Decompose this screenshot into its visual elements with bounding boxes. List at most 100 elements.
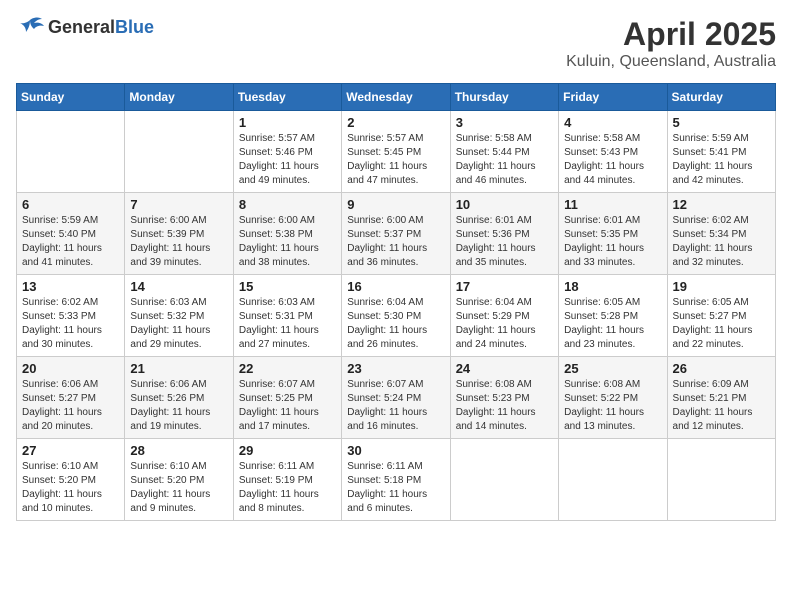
- calendar-cell: 16 Sunrise: 6:04 AM Sunset: 5:30 PM Dayli…: [342, 275, 450, 357]
- day-number: 24: [456, 361, 553, 376]
- day-number: 1: [239, 115, 336, 130]
- day-number: 23: [347, 361, 444, 376]
- day-number: 17: [456, 279, 553, 294]
- calendar-cell: [559, 439, 667, 521]
- day-info: Sunrise: 6:08 AM Sunset: 5:22 PM Dayligh…: [564, 378, 661, 434]
- day-header-friday: Friday: [559, 84, 667, 111]
- day-header-saturday: Saturday: [667, 84, 775, 111]
- day-info: Sunrise: 6:02 AM Sunset: 5:34 PM Dayligh…: [673, 214, 770, 270]
- day-info: Sunrise: 6:05 AM Sunset: 5:27 PM Dayligh…: [673, 296, 770, 352]
- calendar-cell: 2Sunrise: 5:57 AM Sunset: 5:45 PM Daylig…: [342, 111, 450, 193]
- day-info: Sunrise: 6:00 AM Sunset: 5:37 PM Dayligh…: [347, 214, 444, 270]
- day-info: Sunrise: 6:09 AM Sunset: 5:21 PM Dayligh…: [673, 378, 770, 434]
- day-number: 20: [22, 361, 119, 376]
- logo-text: GeneralBlue: [48, 17, 154, 38]
- day-info: Sunrise: 6:04 AM Sunset: 5:29 PM Dayligh…: [456, 296, 553, 352]
- calendar-table: SundayMondayTuesdayWednesdayThursdayFrid…: [16, 83, 776, 521]
- day-number: 16: [347, 279, 444, 294]
- logo: GeneralBlue: [16, 16, 154, 38]
- day-number: 12: [673, 197, 770, 212]
- day-number: 8: [239, 197, 336, 212]
- day-info: Sunrise: 6:01 AM Sunset: 5:35 PM Dayligh…: [564, 214, 661, 270]
- day-number: 26: [673, 361, 770, 376]
- day-header-sunday: Sunday: [17, 84, 125, 111]
- day-info: Sunrise: 6:07 AM Sunset: 5:25 PM Dayligh…: [239, 378, 336, 434]
- day-info: Sunrise: 6:05 AM Sunset: 5:28 PM Dayligh…: [564, 296, 661, 352]
- day-header-wednesday: Wednesday: [342, 84, 450, 111]
- day-number: 2: [347, 115, 444, 130]
- day-info: Sunrise: 6:10 AM Sunset: 5:20 PM Dayligh…: [22, 460, 119, 516]
- day-number: 27: [22, 443, 119, 458]
- title-area: April 2025 Kuluin, Queensland, Australia: [566, 16, 776, 71]
- calendar-cell: 21 Sunrise: 6:06 AM Sunset: 5:26 PM Dayli…: [125, 357, 233, 439]
- day-info: Sunrise: 6:07 AM Sunset: 5:24 PM Dayligh…: [347, 378, 444, 434]
- calendar-cell: 15 Sunrise: 6:03 AM Sunset: 5:31 PM Dayli…: [233, 275, 341, 357]
- calendar-cell: 20Sunrise: 6:06 AM Sunset: 5:27 PM Dayli…: [17, 357, 125, 439]
- day-number: 18: [564, 279, 661, 294]
- day-info: Sunrise: 6:11 AM Sunset: 5:18 PM Dayligh…: [347, 460, 444, 516]
- day-info: Sunrise: 5:57 AM Sunset: 5:46 PM Dayligh…: [239, 132, 336, 188]
- calendar-header-row: SundayMondayTuesdayWednesdayThursdayFrid…: [17, 84, 776, 111]
- day-info: Sunrise: 5:59 AM Sunset: 5:41 PM Dayligh…: [673, 132, 770, 188]
- day-info: Sunrise: 6:03 AM Sunset: 5:31 PM Dayligh…: [239, 296, 336, 352]
- calendar-cell: 30 Sunrise: 6:11 AM Sunset: 5:18 PM Dayli…: [342, 439, 450, 521]
- day-info: Sunrise: 5:59 AM Sunset: 5:40 PM Dayligh…: [22, 214, 119, 270]
- calendar-cell: 22 Sunrise: 6:07 AM Sunset: 5:25 PM Dayli…: [233, 357, 341, 439]
- day-number: 10: [456, 197, 553, 212]
- day-info: Sunrise: 6:04 AM Sunset: 5:30 PM Dayligh…: [347, 296, 444, 352]
- day-number: 25: [564, 361, 661, 376]
- day-number: 9: [347, 197, 444, 212]
- logo-bird-icon: [16, 16, 44, 38]
- calendar-cell: 25 Sunrise: 6:08 AM Sunset: 5:22 PM Dayli…: [559, 357, 667, 439]
- day-number: 3: [456, 115, 553, 130]
- week-row-3: 13Sunrise: 6:02 AM Sunset: 5:33 PM Dayli…: [17, 275, 776, 357]
- calendar-cell: [667, 439, 775, 521]
- calendar-cell: 24 Sunrise: 6:08 AM Sunset: 5:23 PM Dayli…: [450, 357, 558, 439]
- day-info: Sunrise: 6:10 AM Sunset: 5:20 PM Dayligh…: [130, 460, 227, 516]
- calendar-cell: 5 Sunrise: 5:59 AM Sunset: 5:41 PM Daylig…: [667, 111, 775, 193]
- day-number: 14: [130, 279, 227, 294]
- calendar-cell: 9 Sunrise: 6:00 AM Sunset: 5:37 PM Daylig…: [342, 193, 450, 275]
- calendar-cell: 27 Sunrise: 6:10 AM Sunset: 5:20 PM Dayli…: [17, 439, 125, 521]
- week-row-2: 6 Sunrise: 5:59 AM Sunset: 5:40 PM Daylig…: [17, 193, 776, 275]
- calendar-cell: 13Sunrise: 6:02 AM Sunset: 5:33 PM Dayli…: [17, 275, 125, 357]
- calendar-cell: 3 Sunrise: 5:58 AM Sunset: 5:44 PM Daylig…: [450, 111, 558, 193]
- day-info: Sunrise: 6:06 AM Sunset: 5:26 PM Dayligh…: [130, 378, 227, 434]
- calendar-cell: 11 Sunrise: 6:01 AM Sunset: 5:35 PM Dayli…: [559, 193, 667, 275]
- day-number: 11: [564, 197, 661, 212]
- day-info: Sunrise: 5:58 AM Sunset: 5:43 PM Dayligh…: [564, 132, 661, 188]
- day-number: 29: [239, 443, 336, 458]
- calendar-cell: 4Sunrise: 5:58 AM Sunset: 5:43 PM Daylig…: [559, 111, 667, 193]
- day-info: Sunrise: 6:00 AM Sunset: 5:38 PM Dayligh…: [239, 214, 336, 270]
- day-number: 15: [239, 279, 336, 294]
- calendar-cell: [125, 111, 233, 193]
- calendar-cell: 17 Sunrise: 6:04 AM Sunset: 5:29 PM Dayli…: [450, 275, 558, 357]
- day-number: 28: [130, 443, 227, 458]
- day-number: 7: [130, 197, 227, 212]
- calendar-cell: 14Sunrise: 6:03 AM Sunset: 5:32 PM Dayli…: [125, 275, 233, 357]
- calendar-cell: 8 Sunrise: 6:00 AM Sunset: 5:38 PM Daylig…: [233, 193, 341, 275]
- day-number: 21: [130, 361, 227, 376]
- day-info: Sunrise: 6:01 AM Sunset: 5:36 PM Dayligh…: [456, 214, 553, 270]
- day-info: Sunrise: 5:58 AM Sunset: 5:44 PM Dayligh…: [456, 132, 553, 188]
- calendar-cell: [17, 111, 125, 193]
- day-header-thursday: Thursday: [450, 84, 558, 111]
- day-number: 6: [22, 197, 119, 212]
- day-info: Sunrise: 6:00 AM Sunset: 5:39 PM Dayligh…: [130, 214, 227, 270]
- day-number: 13: [22, 279, 119, 294]
- day-number: 22: [239, 361, 336, 376]
- location-title: Kuluin, Queensland, Australia: [566, 53, 776, 71]
- calendar-cell: 26 Sunrise: 6:09 AM Sunset: 5:21 PM Dayli…: [667, 357, 775, 439]
- day-header-monday: Monday: [125, 84, 233, 111]
- calendar-cell: 7 Sunrise: 6:00 AM Sunset: 5:39 PM Daylig…: [125, 193, 233, 275]
- week-row-4: 20Sunrise: 6:06 AM Sunset: 5:27 PM Dayli…: [17, 357, 776, 439]
- calendar-cell: 23 Sunrise: 6:07 AM Sunset: 5:24 PM Dayli…: [342, 357, 450, 439]
- day-number: 19: [673, 279, 770, 294]
- month-title: April 2025: [566, 16, 776, 53]
- day-info: Sunrise: 6:08 AM Sunset: 5:23 PM Dayligh…: [456, 378, 553, 434]
- calendar-cell: 18 Sunrise: 6:05 AM Sunset: 5:28 PM Dayli…: [559, 275, 667, 357]
- day-number: 5: [673, 115, 770, 130]
- day-number: 30: [347, 443, 444, 458]
- calendar-cell: 6 Sunrise: 5:59 AM Sunset: 5:40 PM Daylig…: [17, 193, 125, 275]
- calendar-cell: 10 Sunrise: 6:01 AM Sunset: 5:36 PM Dayli…: [450, 193, 558, 275]
